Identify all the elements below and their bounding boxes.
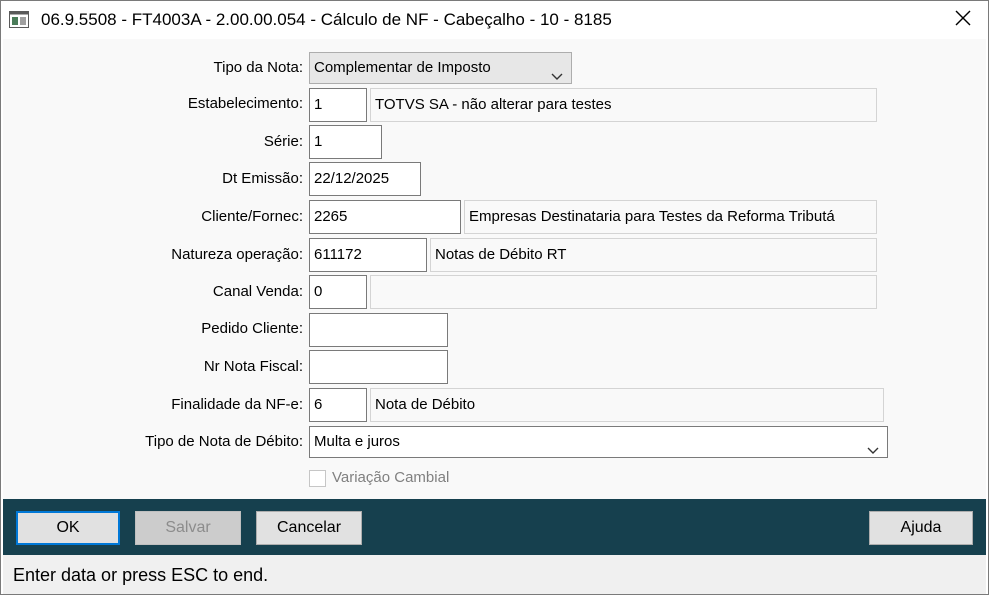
close-button[interactable]	[948, 5, 978, 35]
variacao-cambial-checkbox[interactable]	[309, 470, 326, 487]
ok-button[interactable]: OK	[16, 511, 120, 545]
tipo-nota-select[interactable]: Complementar de Imposto	[309, 52, 572, 84]
cancelar-button[interactable]: Cancelar	[256, 511, 362, 545]
natureza-input[interactable]: 611172	[309, 238, 427, 272]
button-bar: OK Salvar Cancelar Ajuda	[3, 499, 986, 555]
title-bar: 06.9.5508 - FT4003A - 2.00.00.054 - Cálc…	[1, 1, 988, 39]
pedido-cliente-label: Pedido Cliente:	[201, 320, 303, 337]
canal-venda-input[interactable]: 0	[309, 275, 367, 309]
estabelecimento-description: TOTVS SA - não alterar para testes	[370, 88, 877, 122]
finalidade-input[interactable]: 6	[309, 388, 367, 422]
dialog-window: 06.9.5508 - FT4003A - 2.00.00.054 - Cálc…	[0, 0, 989, 595]
status-bar: Enter data or press ESC to end.	[3, 555, 986, 594]
chevron-down-icon	[551, 62, 563, 83]
tipo-nota-debito-select[interactable]: Multa e juros	[309, 426, 888, 458]
tipo-nota-value: Complementar de Imposto	[314, 59, 491, 76]
tipo-nota-debito-value: Multa e juros	[314, 433, 400, 450]
window-title: 06.9.5508 - FT4003A - 2.00.00.054 - Cálc…	[41, 10, 612, 29]
chevron-down-icon	[867, 436, 879, 457]
canal-venda-description	[370, 275, 877, 309]
status-text: Enter data or press ESC to end.	[13, 565, 269, 585]
serie-label: Série:	[263, 133, 303, 150]
close-icon	[955, 10, 971, 30]
salvar-button[interactable]: Salvar	[135, 511, 241, 545]
nr-nota-fiscal-input[interactable]	[309, 350, 448, 384]
dt-emissao-input[interactable]: 22/12/2025	[309, 162, 421, 196]
serie-input[interactable]: 1	[309, 125, 382, 159]
estabelecimento-input[interactable]: 1	[309, 88, 367, 122]
natureza-label: Natureza operação:	[171, 246, 303, 263]
pedido-cliente-input[interactable]	[309, 313, 448, 347]
natureza-description: Notas de Débito RT	[430, 238, 877, 272]
variacao-cambial-label: Variação Cambial	[332, 469, 450, 486]
nr-nota-fiscal-label: Nr Nota Fiscal:	[203, 358, 303, 375]
tipo-nota-debito-label: Tipo de Nota de Débito:	[145, 433, 303, 450]
window-app-icon	[9, 11, 29, 28]
ajuda-button[interactable]: Ajuda	[869, 511, 973, 545]
cliente-description: Empresas Destinataria para Testes da Ref…	[464, 200, 877, 234]
finalidade-description: Nota de Débito	[370, 388, 884, 422]
cliente-label: Cliente/Fornec:	[201, 208, 303, 225]
tipo-nota-label: Tipo da Nota:	[213, 59, 304, 76]
estabelecimento-label: Estabelecimento:	[187, 95, 303, 112]
cliente-input[interactable]: 2265	[309, 200, 461, 234]
finalidade-label: Finalidade da NF-e:	[171, 396, 303, 413]
canal-venda-label: Canal Venda:	[212, 283, 303, 300]
dt-emissao-label: Dt Emissão:	[222, 170, 303, 187]
